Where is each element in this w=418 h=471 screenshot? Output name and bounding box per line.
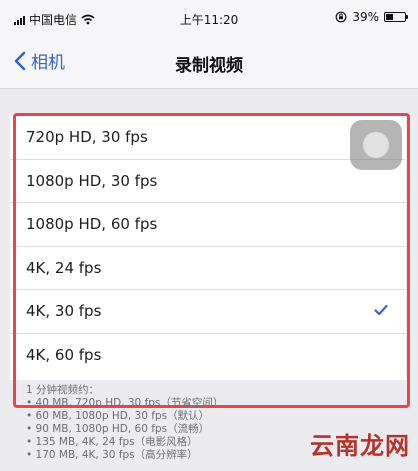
option-row[interactable]: 1080p HD, 60 fps <box>10 203 406 247</box>
screen: 中国电信 上午11:20 39% 相机 录制视频 720p HD, 30 fps… <box>0 0 418 471</box>
footer-heading: 1 分钟视频约： <box>26 384 100 396</box>
option-label: 4K, 30 fps <box>26 302 102 320</box>
footer-line: • 60 MB, 1080p HD, 30 fps（默认） <box>26 410 210 422</box>
battery-fill <box>386 14 394 20</box>
option-label: 4K, 24 fps <box>26 258 102 277</box>
footer-line: • 40 MB, 720p HD, 30 fps（节省空间） <box>26 397 224 409</box>
battery-percent: 39% <box>352 10 379 24</box>
checkmark-icon <box>374 304 388 316</box>
option-row[interactable]: 4K, 24 fps <box>10 247 406 290</box>
assistive-touch-button[interactable] <box>350 120 402 170</box>
option-row[interactable]: 1080p HD, 30 fps <box>10 160 406 203</box>
video-format-list: 720p HD, 30 fps 1080p HD, 30 fps 1080p HD,… <box>10 116 406 380</box>
option-row[interactable]: 720p HD, 30 fps <box>10 116 406 160</box>
battery-icon <box>384 12 408 22</box>
option-row[interactable]: 4K, 30 fps <box>10 290 406 334</box>
option-label: 4K, 60 fps <box>26 345 102 364</box>
rotation-lock-icon <box>335 11 347 23</box>
option-label: 1080p HD, 60 fps <box>26 215 158 233</box>
status-right: 39% <box>335 10 408 24</box>
status-bar: 中国电信 上午11:20 39% <box>0 0 418 36</box>
nav-bar: 相机 录制视频 <box>0 36 418 89</box>
option-row[interactable]: 4K, 60 fps <box>10 334 406 378</box>
option-label: 1080p HD, 30 fps <box>26 171 158 190</box>
option-label: 720p HD, 30 fps <box>26 128 148 146</box>
watermark-logo: 云南龙网 <box>310 431 410 460</box>
page-title: 录制视频 <box>175 56 243 76</box>
